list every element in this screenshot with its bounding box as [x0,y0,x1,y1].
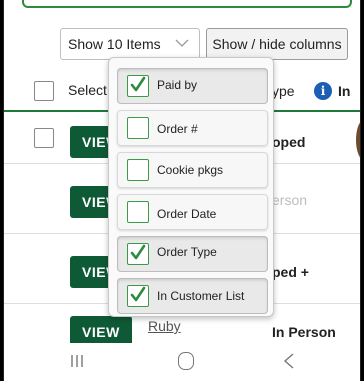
row-type: ped + [272,264,309,280]
back-icon[interactable] [282,352,296,370]
column-option-label: Order Type [157,245,217,259]
show-hide-columns-label: Show / hide columns [212,36,342,52]
column-checkbox[interactable] [127,117,149,139]
top-card-edge [22,0,352,8]
checkmark-icon [130,244,146,260]
column-option-label: Cookie pkgs [157,163,224,177]
column-checkbox[interactable] [127,243,149,265]
column-checkbox[interactable] [127,75,149,97]
recents-icon[interactable] [70,353,84,369]
column-option-order-date[interactable]: Order Date [117,194,268,230]
checkmark-icon [130,286,146,302]
row-type: In Person [272,324,336,340]
column-option-label: In Customer List [157,289,245,303]
columns-dropdown-menu: Paid by Order # Cookie pkgs Order Date O… [108,57,274,317]
row-type: oped [272,134,306,150]
items-per-page-label: Show 10 Items [68,36,161,52]
system-nav-bar [4,343,360,381]
column-option-in-customer-list[interactable]: In Customer List [117,278,268,314]
column-option-order-number[interactable]: Order # [117,110,268,146]
row-checkbox[interactable] [34,128,54,148]
header-select: Select [68,82,107,98]
column-checkbox[interactable] [127,285,149,307]
column-option-paid-by[interactable]: Paid by [117,68,268,104]
chevron-down-icon [175,39,189,47]
header-in: In [338,83,351,99]
row-type: erson [272,192,308,208]
home-icon[interactable] [178,352,194,370]
customer-name-link[interactable]: Ruby [148,318,181,334]
show-hide-columns-button[interactable]: Show / hide columns [206,28,348,60]
column-checkbox[interactable] [127,159,149,181]
header-type: ype [272,83,295,99]
column-option-label: Paid by [157,78,198,92]
column-option-order-type[interactable]: Order Type [117,236,268,272]
edge-decoration [356,120,360,160]
select-all-checkbox[interactable] [34,81,54,101]
phone-screen: Show 10 Items Show / hide columns Select… [3,0,361,381]
info-icon[interactable]: i [314,82,332,100]
items-per-page-select[interactable]: Show 10 Items [60,28,200,60]
checkmark-icon [130,76,146,92]
column-checkbox[interactable] [127,201,149,223]
column-option-cookie-pkgs[interactable]: Cookie pkgs [117,152,268,188]
column-option-label: Order # [157,122,198,136]
column-option-label: Order Date [157,207,217,221]
